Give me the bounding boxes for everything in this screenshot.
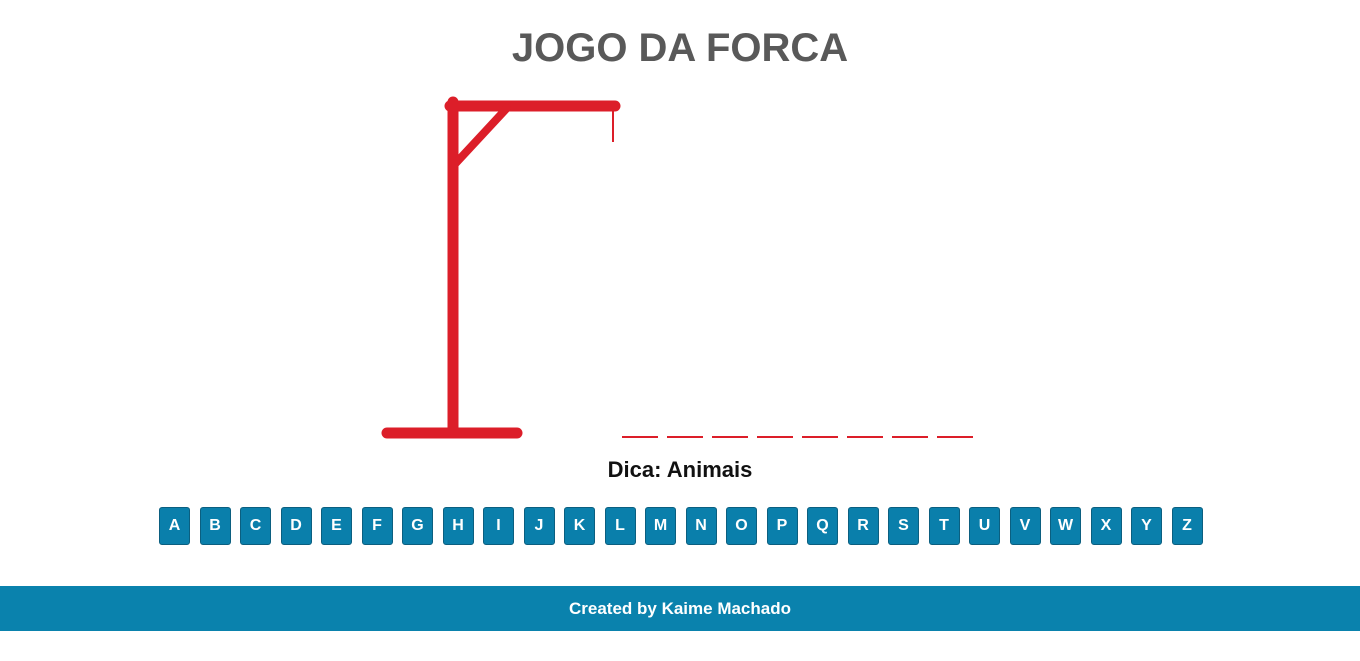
letter-button-h[interactable]: H — [442, 507, 474, 545]
letter-button-j[interactable]: J — [523, 507, 555, 545]
letter-slot — [892, 420, 928, 438]
letter-button-z[interactable]: Z — [1171, 507, 1203, 545]
letter-button-s[interactable]: S — [888, 507, 919, 545]
letter-button-q[interactable]: Q — [807, 507, 838, 545]
letter-button-r[interactable]: R — [847, 507, 879, 545]
gallows-brace — [451, 104, 511, 168]
word-slots — [622, 420, 973, 438]
letter-button-x[interactable]: X — [1090, 507, 1122, 545]
letter-button-v[interactable]: V — [1009, 507, 1041, 545]
letter-button-m[interactable]: M — [645, 507, 676, 545]
footer-credit: Created by Kaime Machado — [0, 586, 1360, 631]
letter-slot — [847, 420, 883, 438]
gallows-drawing — [381, 96, 621, 439]
letter-button-u[interactable]: U — [969, 507, 1000, 545]
letter-button-a[interactable]: A — [159, 507, 190, 545]
hint-text: Dica: Animais — [607, 457, 753, 482]
letter-button-g[interactable]: G — [402, 507, 433, 545]
letter-button-b[interactable]: B — [199, 507, 231, 545]
letter-button-i[interactable]: I — [483, 507, 514, 545]
letter-slot — [937, 420, 973, 438]
letter-slot — [667, 420, 703, 438]
page-title: JOGO DA FORCA — [511, 26, 849, 70]
letter-button-l[interactable]: L — [604, 507, 636, 545]
letter-button-n[interactable]: N — [685, 507, 717, 545]
letter-button-c[interactable]: C — [240, 507, 271, 545]
letter-slot — [712, 420, 748, 438]
letter-button-o[interactable]: O — [726, 507, 757, 545]
letter-slot — [802, 420, 838, 438]
letter-button-e[interactable]: E — [321, 507, 352, 545]
letter-slot — [757, 420, 793, 438]
letter-button-k[interactable]: K — [564, 507, 595, 545]
hangman-page: JOGO DA FORCA Dica: Animais ABCDEFGHIJKL… — [0, 0, 1360, 661]
letter-button-f[interactable]: F — [361, 507, 393, 545]
letter-button-w[interactable]: W — [1050, 507, 1081, 545]
letter-button-d[interactable]: D — [280, 507, 312, 545]
letter-keyboard: ABCDEFGHIJKLMNOPQRSTUVWXYZ — [159, 507, 1203, 545]
letter-button-t[interactable]: T — [928, 507, 960, 545]
letter-slot — [622, 420, 658, 438]
letter-button-p[interactable]: P — [766, 507, 798, 545]
letter-button-y[interactable]: Y — [1131, 507, 1162, 545]
